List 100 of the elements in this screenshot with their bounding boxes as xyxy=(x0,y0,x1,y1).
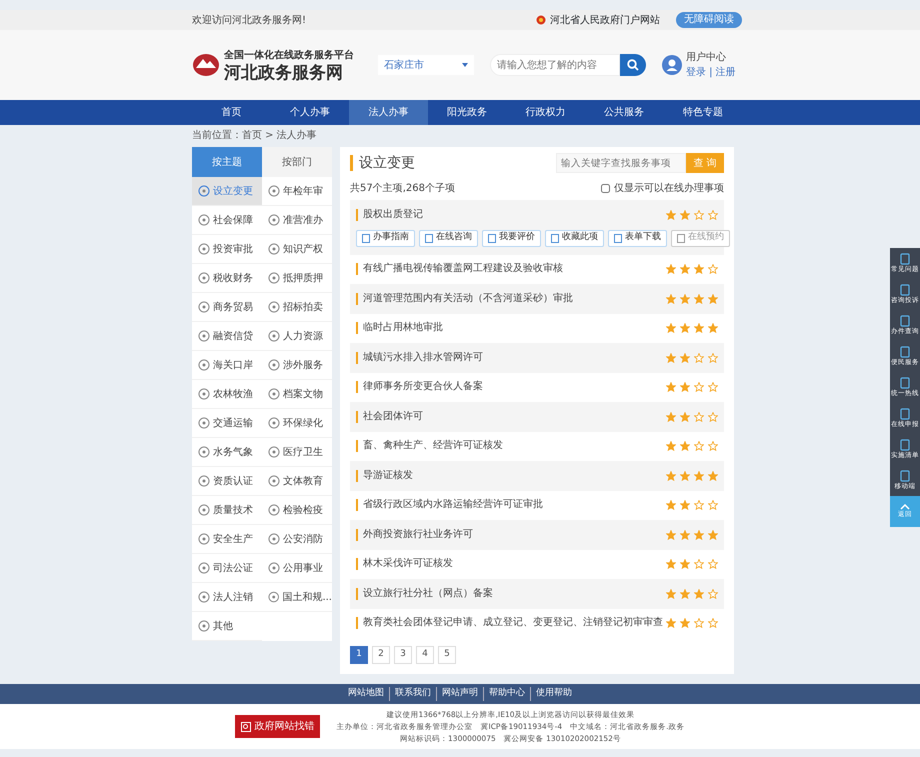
topic-link[interactable]: 检验检疫 xyxy=(262,496,332,525)
circle-icon xyxy=(268,214,280,226)
page-button[interactable]: 4 xyxy=(416,646,434,664)
nav-tab[interactable]: 首页 xyxy=(192,100,271,125)
star-icon xyxy=(694,530,704,540)
topic-link[interactable]: 知识产权 xyxy=(262,235,332,264)
star-icon xyxy=(666,441,676,452)
sidebar-tab[interactable]: 按主题 xyxy=(192,147,262,177)
topic-link[interactable]: 国土和规... xyxy=(262,583,332,612)
topic-link[interactable]: 社会保障 xyxy=(192,206,262,235)
topic-link[interactable]: 投资审批 xyxy=(192,235,262,264)
nav-tab[interactable]: 阳光政务 xyxy=(428,100,506,125)
page-button[interactable]: 2 xyxy=(372,646,390,664)
service-item-link[interactable]: 有线广播电视传输覆盖网工程建设及验收审核 xyxy=(356,263,563,276)
action-button[interactable]: 在线咨询 xyxy=(419,230,478,246)
nav-tab[interactable]: 个人办事 xyxy=(270,100,350,125)
footer-link[interactable]: 网站地图 xyxy=(343,687,389,701)
topic-link[interactable]: 人力资源 xyxy=(262,322,332,351)
nav-tab[interactable]: 法人办事 xyxy=(349,100,428,125)
circle-icon xyxy=(268,301,280,313)
topic-link[interactable]: 海关口岸 xyxy=(192,351,262,380)
topic-link[interactable]: 文体教育 xyxy=(262,467,332,496)
star-icon xyxy=(694,323,704,334)
footer-link[interactable]: 联系我们 xyxy=(389,687,436,701)
star-icon xyxy=(680,588,690,599)
topic-link[interactable]: 档案文物 xyxy=(262,380,332,409)
service-item-link[interactable]: 设立旅行社分社（网点）备案 xyxy=(356,588,493,600)
footer-link[interactable]: 网站声明 xyxy=(436,687,483,701)
topic-link[interactable]: 公用事业 xyxy=(262,554,332,583)
topic-link[interactable]: 涉外服务 xyxy=(262,351,332,380)
service-item-link[interactable]: 教育类社会团体登记申请、成立登记、变更登记、注销登记初审审查 xyxy=(356,617,663,630)
action-button[interactable]: 办事指南 xyxy=(356,230,415,246)
topic-link[interactable]: 法人注销 xyxy=(192,583,262,612)
service-item-link[interactable]: 畜、禽种生产、经营许可证核发 xyxy=(356,440,503,452)
page-button[interactable]: 1 xyxy=(350,646,368,664)
portal-link[interactable]: 河北省人民政府门户网站 xyxy=(550,12,660,28)
star-icon xyxy=(680,500,690,510)
service-item-link[interactable]: 城镇污水排入排水管网许可 xyxy=(356,352,483,364)
topic-link[interactable]: 准营准办 xyxy=(262,206,332,235)
circle-icon xyxy=(268,388,280,400)
welcome-text: 欢迎访问河北政务服务网! xyxy=(192,14,306,28)
star-icon xyxy=(694,559,704,570)
footer-link[interactable]: 使用帮助 xyxy=(530,687,577,701)
search-icon xyxy=(627,59,639,71)
topic-link[interactable]: 招标拍卖 xyxy=(262,293,332,322)
topic-link[interactable]: 抵押质押 xyxy=(262,264,332,293)
service-item-link[interactable]: 外商投资旅行社业务许可 xyxy=(356,528,473,541)
topic-link[interactable]: 年检年审 xyxy=(262,177,332,206)
topic-link[interactable]: 司法公证 xyxy=(192,554,262,583)
service-item-link[interactable]: 律师事务所变更合伙人备案 xyxy=(356,381,483,394)
footer-link[interactable]: 帮助中心 xyxy=(483,687,530,701)
topic-link[interactable]: 农林牧渔 xyxy=(192,380,262,409)
service-item-link[interactable]: 林木采伐许可证核发 xyxy=(356,558,453,570)
service-item-link[interactable]: 临时占用林地审批 xyxy=(356,322,443,334)
star-icon xyxy=(680,618,690,628)
service-item-link[interactable]: 省级行政区域内水路运输经营许可证审批 xyxy=(356,499,543,512)
sidebar-tab[interactable]: 按部门 xyxy=(262,147,332,177)
star-icon xyxy=(708,382,718,392)
topic-link[interactable]: 资质认证 xyxy=(192,467,262,496)
caret-icon xyxy=(462,63,468,67)
topic-link[interactable]: 公安消防 xyxy=(262,525,332,554)
keyword-field[interactable]: 输入关键字查找服务事项 xyxy=(556,153,686,173)
topic-link[interactable]: 交通运输 xyxy=(192,409,262,438)
document-icon xyxy=(900,376,910,389)
circle-icon xyxy=(268,417,280,429)
star-icon xyxy=(694,210,704,220)
service-item-link[interactable]: 导游证核发 xyxy=(356,470,413,482)
nav-tab[interactable]: 行政权力 xyxy=(506,100,585,125)
topic-link[interactable]: 质量技术 xyxy=(192,496,262,525)
star-icon xyxy=(666,382,676,392)
search-field[interactable]: 请输入您想了解的内容 xyxy=(490,54,620,76)
action-button[interactable]: 表单下载 xyxy=(608,230,667,246)
service-item-link[interactable]: 股权出质登记 xyxy=(356,208,423,221)
magnifier-icon xyxy=(241,722,252,732)
search-button[interactable] xyxy=(620,54,646,76)
topic-link[interactable]: 其他 xyxy=(192,612,262,641)
star-icon xyxy=(680,559,690,570)
topic-link[interactable]: 医疗卫生 xyxy=(262,438,332,467)
region-select[interactable]: 石家庄市 xyxy=(378,55,474,75)
document-icon xyxy=(900,252,910,265)
report-error-badge[interactable]: 政府网站找错 xyxy=(235,715,320,738)
star-icon xyxy=(680,382,690,392)
nav-tab[interactable]: 公共服务 xyxy=(584,100,664,125)
nav-tab[interactable]: 特色专题 xyxy=(663,100,742,125)
circle-icon xyxy=(198,591,210,603)
action-button[interactable]: 收藏此项 xyxy=(545,230,604,246)
topic-link[interactable]: 融资信贷 xyxy=(192,322,262,351)
star-icon xyxy=(708,588,718,599)
page-button[interactable]: 3 xyxy=(394,646,412,664)
action-button[interactable]: 我要评价 xyxy=(482,230,541,246)
page-button[interactable]: 5 xyxy=(438,646,456,664)
login-register-link[interactable]: 登录 | 注册 xyxy=(686,65,736,80)
topic-link[interactable]: 安全生产 xyxy=(192,525,262,554)
topic-link[interactable]: 环保绿化 xyxy=(262,409,332,438)
service-item-link[interactable]: 社会团体许可 xyxy=(356,410,423,423)
checkbox[interactable] xyxy=(601,184,610,193)
topic-link[interactable]: 商务贸易 xyxy=(192,293,262,322)
topic-link[interactable]: 税收财务 xyxy=(192,264,262,293)
star-icon xyxy=(666,559,676,570)
topic-link[interactable]: 水务气象 xyxy=(192,438,262,467)
